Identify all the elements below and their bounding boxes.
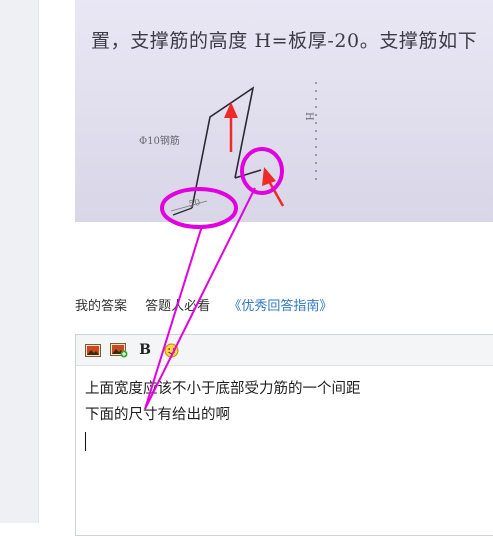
gutter-divider — [38, 0, 39, 523]
answer-tabs: 我的答案 答题人必看 《优秀回答指南》 — [75, 295, 346, 314]
question-photo[interactable]: 置，支撑筋的高度 H=板厚-20。支撑筋如下 Φ10钢筋 H 50 — [75, 0, 493, 222]
bold-button[interactable]: B — [136, 341, 154, 359]
rebar-sketch — [170, 82, 317, 216]
editor-content[interactable]: 上面宽度应该不小于底部受力筋的一个间距 下面的尺寸有给出的啊 — [76, 366, 493, 451]
rebar-label: Φ10钢筋 — [139, 136, 180, 147]
answer-line-1: 上面宽度应该不小于底部受力筋的一个间距 — [85, 381, 361, 397]
image-upload-icon[interactable] — [110, 341, 128, 359]
height-label: H — [303, 112, 314, 121]
text-caret — [85, 432, 86, 451]
guide-link[interactable]: 《优秀回答指南》 — [228, 299, 332, 314]
emoji-icon[interactable] — [162, 341, 180, 359]
tab-my-answer[interactable]: 我的答案 — [75, 299, 127, 314]
tab-must-read[interactable]: 答题人必看 — [145, 299, 210, 314]
answer-editor[interactable]: B 上面宽度应该不小于底部受力筋的一个间距 下面的尺寸有给出的啊 — [75, 334, 493, 536]
answer-line-2: 下面的尺寸有给出的啊 — [85, 407, 230, 423]
image-icon[interactable] — [84, 341, 102, 359]
editor-toolbar: B — [76, 335, 493, 366]
left-gutter — [0, 0, 38, 523]
